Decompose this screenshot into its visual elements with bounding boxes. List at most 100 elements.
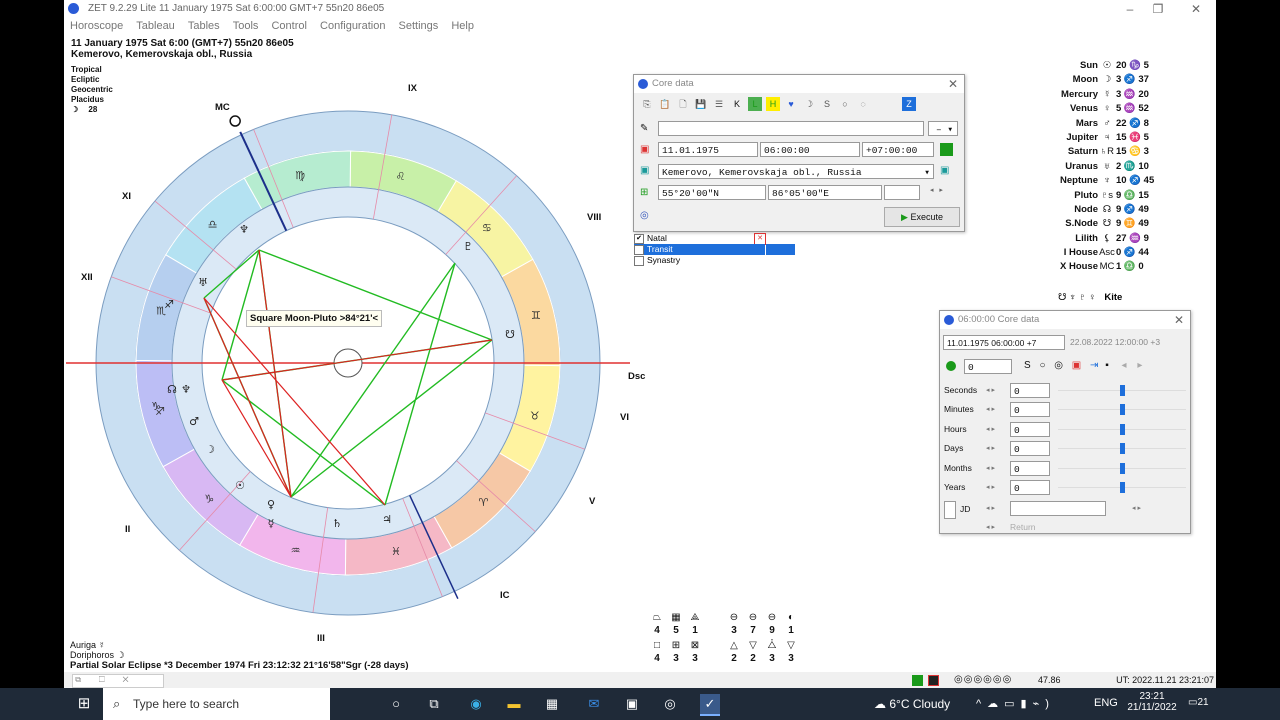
planet-row[interactable]: Neptune ♆ 10 ♐ 45 bbox=[1054, 175, 1176, 189]
weather[interactable]: ☁ 6°C Cloudy bbox=[874, 697, 950, 711]
next-icon[interactable]: ▸ bbox=[1137, 360, 1142, 371]
return-label[interactable]: Return bbox=[1010, 522, 1036, 532]
step-slider-5[interactable] bbox=[1058, 482, 1186, 494]
media-icon[interactable]: ◎ bbox=[660, 694, 680, 714]
status-red-indicator[interactable] bbox=[928, 675, 939, 686]
jd-field[interactable] bbox=[1010, 501, 1106, 516]
step-input-3[interactable]: 0 bbox=[1010, 441, 1050, 457]
synastry-checkbox[interactable] bbox=[634, 255, 644, 266]
altitude-field[interactable] bbox=[884, 185, 920, 200]
natal-option[interactable]: ✔ Natal ✕ bbox=[634, 233, 766, 245]
step-slider-0[interactable] bbox=[1058, 385, 1186, 397]
zone-field[interactable]: +07:00:00 bbox=[862, 142, 934, 157]
toolbar-button-5[interactable]: K bbox=[730, 97, 744, 111]
jd-step-arrows[interactable]: ◂ ▸ bbox=[1132, 504, 1141, 512]
dst-indicator[interactable] bbox=[940, 143, 953, 156]
toolbar-button-6[interactable]: L bbox=[748, 97, 762, 111]
toolbar-button-4[interactable]: ☰ bbox=[712, 97, 726, 111]
transit-color-swatch[interactable] bbox=[766, 244, 795, 255]
coords-icon[interactable]: ⊞ bbox=[640, 187, 648, 198]
latitude-field[interactable]: 55°20'00"N bbox=[658, 185, 766, 200]
store-icon[interactable]: ▦ bbox=[542, 694, 562, 714]
step-input-0[interactable]: 0 bbox=[1010, 383, 1050, 398]
toolbar-button-8[interactable]: ♥ bbox=[784, 97, 798, 111]
toolbar-button-12[interactable]: ◌ bbox=[856, 97, 870, 111]
transit-checkbox[interactable] bbox=[634, 244, 644, 255]
tray-icons[interactable]: ^☁▭▮⌁) bbox=[976, 697, 1055, 710]
slider-thumb[interactable] bbox=[1120, 443, 1125, 455]
cortana-icon[interactable]: ○ bbox=[386, 694, 406, 714]
slider-thumb[interactable] bbox=[1120, 404, 1125, 416]
prev-icon[interactable]: ◂ bbox=[1122, 360, 1127, 371]
jd-arrows[interactable]: ◂ ▸ bbox=[986, 504, 995, 512]
toolbar-button-10[interactable]: S bbox=[820, 97, 834, 111]
save-icon[interactable]: ▪ bbox=[1105, 360, 1109, 371]
planet-row[interactable]: Sun ☉ 20 ♑ 5 bbox=[1054, 60, 1176, 74]
play-icon[interactable] bbox=[946, 361, 956, 371]
return-arrows[interactable]: ◂ ▸ bbox=[986, 523, 995, 531]
circle-icon[interactable]: ○ bbox=[1039, 360, 1045, 371]
planet-row[interactable]: Mars ♂ 22 ♐ 8 bbox=[1054, 118, 1176, 132]
mail-icon[interactable]: ✉ bbox=[584, 694, 604, 714]
synastry-option[interactable]: Synastry bbox=[634, 255, 680, 266]
planet-row[interactable]: Lilith ⚸ 27 ♒ 9 bbox=[1054, 233, 1176, 247]
planet-row[interactable]: S.Node ☋ 9 ♊ 49 bbox=[1054, 218, 1176, 232]
toolbar-button-0[interactable]: ⎘ bbox=[640, 97, 654, 111]
settings-icon[interactable]: ◎ bbox=[640, 210, 649, 221]
from-datetime[interactable]: 11.01.1975 06:00:00 +7 bbox=[943, 335, 1065, 350]
planet-row[interactable]: Mercury ☿ 3 ♒ 20 bbox=[1054, 89, 1176, 103]
planet-row[interactable]: Moon ☽ 3 ♐ 37 bbox=[1054, 74, 1176, 88]
planet-row[interactable]: Saturn ♄R 15 ♋ 3 bbox=[1054, 146, 1176, 160]
planet-row[interactable]: Node ☊ 9 ♐ 49 bbox=[1054, 204, 1176, 218]
language-indicator[interactable]: ENG bbox=[1094, 697, 1118, 709]
step-arrows-4[interactable]: ◂ ▸ bbox=[986, 464, 995, 472]
mini-toolbar[interactable]: ⧉ ☐ ✕ bbox=[72, 674, 164, 688]
toolbar-button-3[interactable]: 💾 bbox=[694, 97, 708, 111]
planet-row[interactable]: I HouseAsc0 ♐ 44 bbox=[1054, 247, 1176, 261]
toolbar-button-1[interactable]: 📋 bbox=[658, 97, 672, 111]
close-icon[interactable]: ✕ bbox=[948, 75, 958, 93]
toolbar-button-11[interactable]: ○ bbox=[838, 97, 852, 111]
planet-row[interactable]: Jupiter ♃ 15 ♓ 5 bbox=[1054, 132, 1176, 146]
step-slider-3[interactable] bbox=[1058, 443, 1186, 455]
step-input-5[interactable]: 0 bbox=[1010, 480, 1050, 495]
step-slider-1[interactable] bbox=[1058, 404, 1186, 416]
toolbar-button-13[interactable]: Z bbox=[902, 97, 916, 111]
slider-thumb[interactable] bbox=[1120, 462, 1125, 474]
planet-row[interactable]: X House MC 1 ♎ 0 bbox=[1054, 261, 1176, 275]
status-green-indicator[interactable] bbox=[912, 675, 923, 686]
step-slider-4[interactable] bbox=[1058, 462, 1186, 475]
place-icon[interactable]: ▣ bbox=[640, 165, 649, 176]
step-arrows-0[interactable]: ◂ ▸ bbox=[986, 386, 995, 394]
toolbar-button-2[interactable]: 🗋 bbox=[676, 97, 690, 111]
slider-thumb[interactable] bbox=[1120, 423, 1125, 435]
natal-checkbox[interactable]: ✔ bbox=[634, 233, 644, 244]
windows-start-icon[interactable]: ⊞ bbox=[74, 694, 94, 714]
chart-icon[interactable]: ▣ bbox=[1072, 360, 1081, 371]
s-icon[interactable]: S bbox=[1024, 360, 1031, 371]
planet-row[interactable]: Venus ♀ 5 ♒ 52 bbox=[1054, 103, 1176, 117]
step-arrows-1[interactable]: ◂ ▸ bbox=[986, 405, 995, 413]
photos-icon[interactable]: ▣ bbox=[622, 694, 642, 714]
status-mode-icons[interactable]: ◎◎◎◎◎◎ bbox=[954, 674, 1012, 685]
gender-select[interactable]: – ▾ bbox=[928, 121, 958, 136]
jd-toggle[interactable] bbox=[944, 501, 956, 519]
longitude-field[interactable]: 86°05'00"E bbox=[768, 185, 882, 200]
edit-icon[interactable]: ✎ bbox=[640, 123, 648, 134]
toolbar-button-9[interactable]: ☽ bbox=[802, 97, 816, 111]
search-box[interactable]: ⌕ Type here to search bbox=[103, 688, 330, 720]
atlas-icon[interactable]: ▣ bbox=[940, 165, 949, 176]
step-input-2[interactable]: 0 bbox=[1010, 421, 1050, 437]
clock[interactable]: 23:21 21/11/2022 bbox=[1122, 691, 1182, 713]
name-field[interactable] bbox=[658, 121, 924, 136]
step-arrows[interactable]: ◂ ▸ bbox=[930, 186, 943, 194]
execute-button[interactable]: ▶ Execute bbox=[884, 207, 960, 227]
time-field[interactable]: 06:00:00 bbox=[760, 142, 860, 157]
slider-thumb[interactable] bbox=[1120, 482, 1125, 493]
step-input-4[interactable]: 0 bbox=[1010, 460, 1050, 476]
slider-thumb[interactable] bbox=[1120, 385, 1125, 396]
notification-center[interactable]: ▭21 bbox=[1188, 697, 1209, 708]
step-arrows-3[interactable]: ◂ ▸ bbox=[986, 444, 995, 452]
step-arrows-5[interactable]: ◂ ▸ bbox=[986, 483, 995, 491]
toolbar-button-7[interactable]: H bbox=[766, 97, 780, 111]
